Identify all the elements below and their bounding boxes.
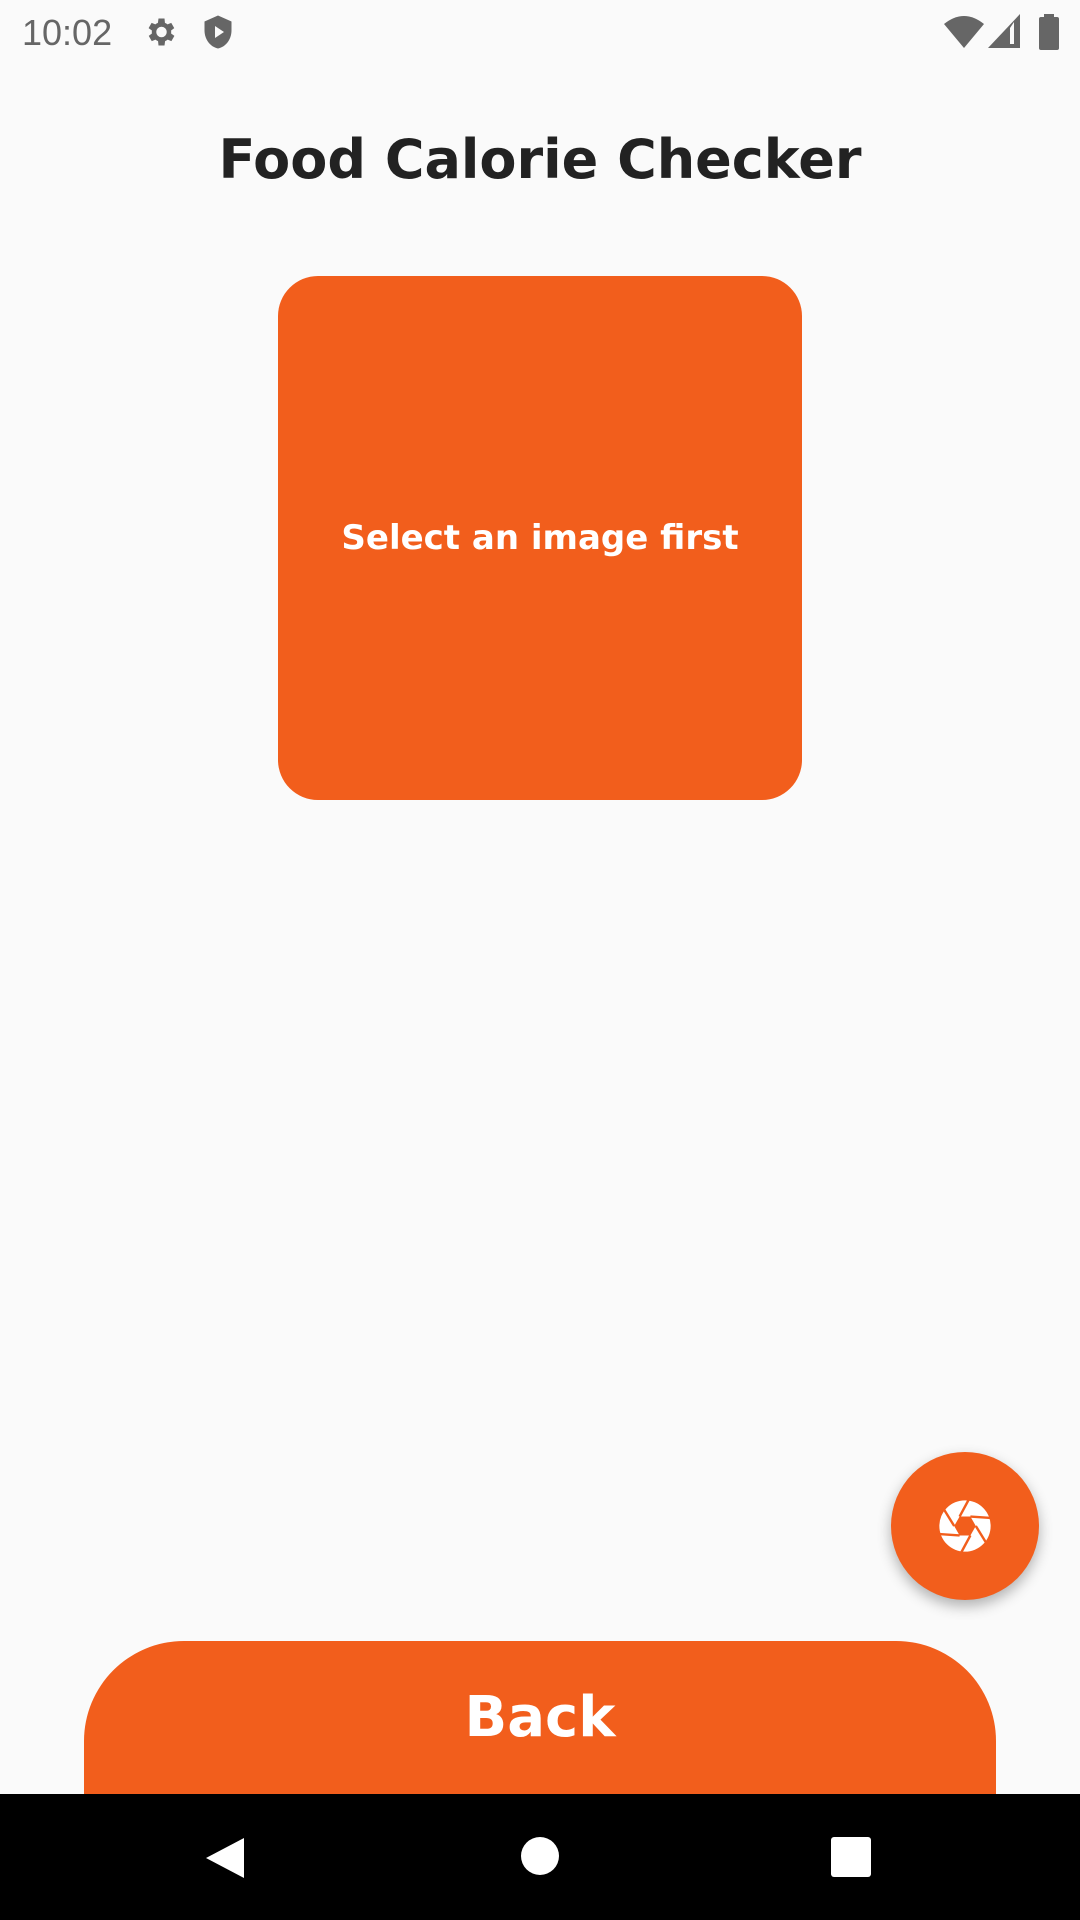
image-placeholder-text: Select an image first [341,518,739,558]
back-button-label: Back [464,1685,616,1750]
status-time: 10:02 [22,12,113,53]
signal-icon [988,14,1020,48]
navigation-bar [0,1794,1080,1920]
gear-icon [148,18,175,46]
status-bar: 10:02 [0,0,1080,66]
back-icon[interactable] [204,1836,246,1880]
page-title: Food Calorie Checker [218,128,862,191]
home-icon[interactable] [520,1836,560,1876]
recents-icon[interactable] [831,1837,871,1877]
battery-icon [1039,14,1059,50]
shield-play-icon [204,15,232,49]
camera-aperture-icon [939,1499,991,1553]
camera-button[interactable] [891,1452,1039,1600]
wifi-icon [944,16,984,48]
image-placeholder[interactable]: Select an image first [278,276,802,800]
